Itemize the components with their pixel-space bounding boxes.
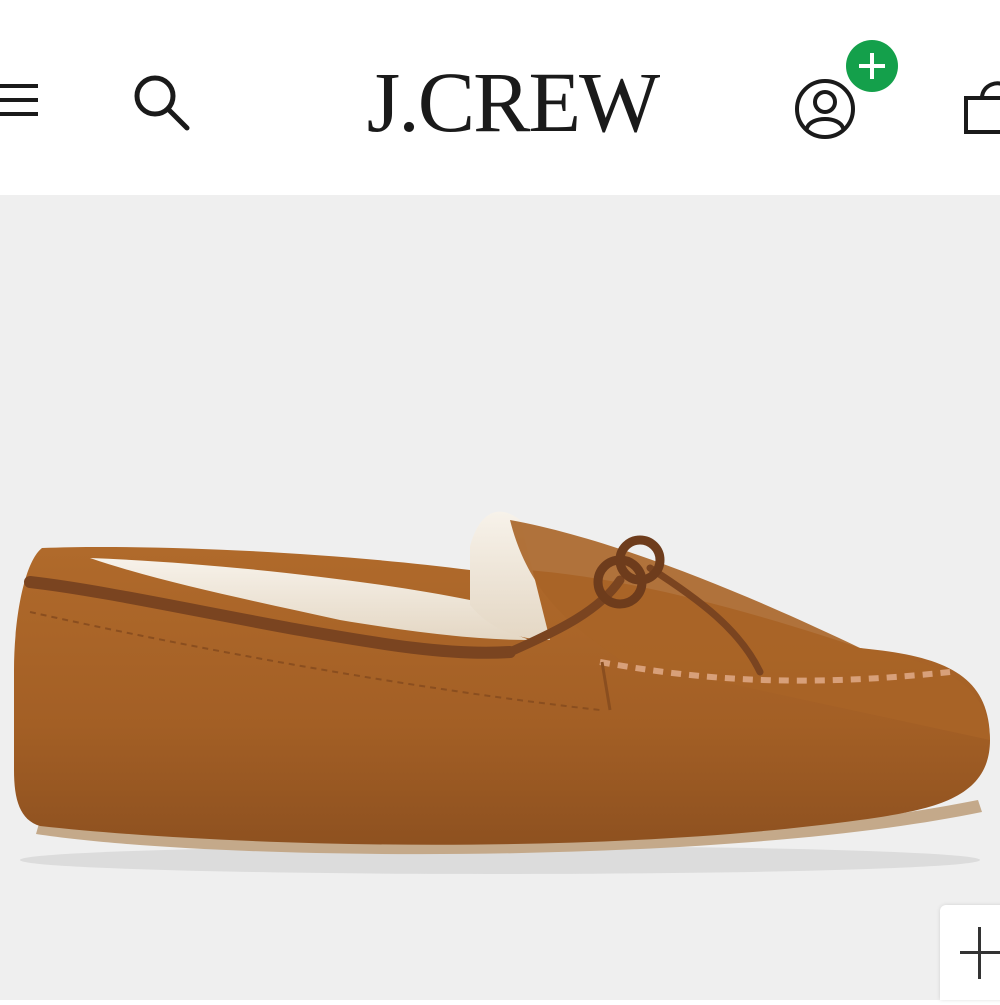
hamburger-menu-icon[interactable] bbox=[0, 80, 40, 122]
account-plus-badge[interactable] bbox=[846, 40, 898, 92]
plus-icon bbox=[960, 927, 1000, 979]
moccasin-slipper-image[interactable] bbox=[0, 300, 1000, 890]
brand-logo-text: J.CREW bbox=[366, 54, 660, 150]
search-icon[interactable] bbox=[132, 72, 192, 132]
plus-icon bbox=[859, 53, 885, 79]
site-header: J.CREW bbox=[0, 0, 1000, 195]
brand-logo[interactable]: J.CREW bbox=[340, 52, 685, 152]
zoom-button[interactable] bbox=[940, 905, 1000, 1000]
shopping-bag-icon[interactable] bbox=[960, 72, 1000, 138]
